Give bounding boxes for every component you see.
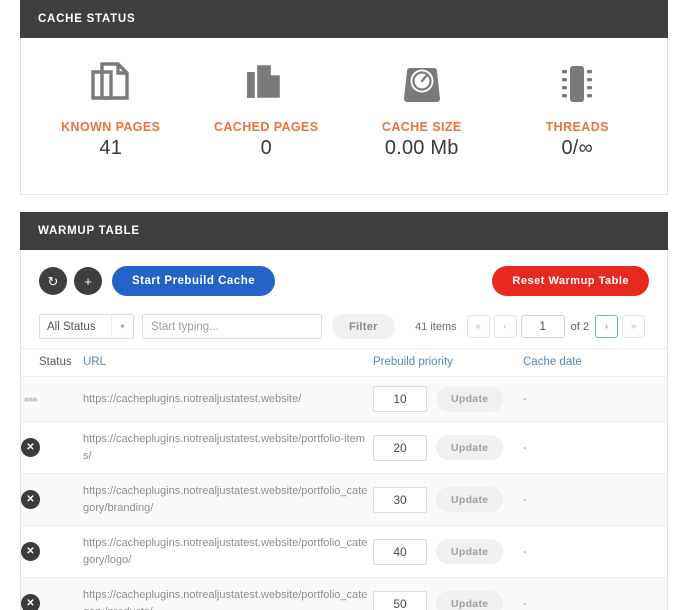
card-value: 0.00 Mb bbox=[384, 137, 459, 159]
card-known-pages: KNOWN PAGES 41 bbox=[33, 62, 189, 160]
row-cache-date: - bbox=[523, 577, 667, 610]
row-url[interactable]: https://cacheplugins.notrealjustatest.we… bbox=[83, 421, 373, 474]
pagination-page-input[interactable] bbox=[520, 315, 565, 338]
cpu-chip-icon bbox=[555, 62, 599, 108]
card-value: 0 bbox=[260, 137, 272, 159]
row-url[interactable]: https://cacheplugins.notrealjustatest.we… bbox=[83, 525, 373, 578]
card-threads: THREADS 0/∞ bbox=[500, 62, 656, 160]
chevron-down-icon: ▾ bbox=[111, 315, 133, 338]
not-cached-icon: ✕ bbox=[21, 542, 40, 561]
priority-input[interactable] bbox=[373, 590, 427, 610]
update-button[interactable]: Update bbox=[436, 435, 504, 460]
update-button[interactable]: Update bbox=[436, 591, 504, 610]
cache-status-panel: KNOWN PAGES 41 CACHED PAGES 0 CACHE SIZE… bbox=[20, 38, 668, 195]
row-status-cell: ✕ bbox=[21, 473, 83, 526]
search-input[interactable] bbox=[142, 314, 322, 339]
priority-input[interactable] bbox=[373, 486, 427, 513]
row-status-cell: ✕ bbox=[21, 525, 83, 578]
pagination-last-button[interactable]: » bbox=[622, 315, 645, 338]
priority-input[interactable] bbox=[373, 434, 427, 461]
card-value: 0/∞ bbox=[561, 137, 594, 159]
warmup-panel-header: WARMUP TABLE bbox=[20, 212, 668, 250]
update-button[interactable]: Update bbox=[436, 487, 504, 512]
not-cached-icon: ✕ bbox=[21, 490, 40, 509]
status-filter-value: All Status bbox=[47, 320, 96, 333]
pagination-first-button[interactable]: « bbox=[466, 315, 490, 338]
row-url[interactable]: https://cacheplugins.notrealjustatest.we… bbox=[83, 376, 373, 422]
update-button[interactable]: Update bbox=[436, 539, 504, 564]
gauge-icon bbox=[400, 62, 444, 108]
row-cache-date: - bbox=[523, 421, 667, 474]
pagination: 41 items « ‹ of 2 › » bbox=[415, 315, 649, 338]
warmup-table-title: WARMUP TABLE bbox=[38, 225, 140, 237]
row-priority-cell: Update bbox=[373, 376, 523, 422]
refresh-icon: ↻ bbox=[47, 273, 59, 289]
row-cache-date: - bbox=[523, 376, 667, 422]
warmup-toolbar: ↻ + Start Prebuild Cache Reset Warmup Ta… bbox=[21, 250, 667, 314]
plus-icon: + bbox=[84, 273, 92, 289]
card-label: CACHED PAGES bbox=[213, 120, 319, 134]
not-cached-icon: ✕ bbox=[21, 438, 40, 457]
priority-input[interactable] bbox=[373, 538, 427, 565]
column-header-prebuild-priority[interactable]: Prebuild priority bbox=[373, 348, 523, 377]
row-priority-cell: Update bbox=[373, 473, 523, 526]
column-header-cache-date[interactable]: Cache date bbox=[523, 348, 667, 377]
panel-gap bbox=[0, 195, 688, 212]
warmup-table-body: ■■■ https://cacheplugins.notrealjustates… bbox=[21, 376, 667, 610]
table-row: ✕ https://cacheplugins.notrealjustatest.… bbox=[21, 525, 667, 578]
add-url-button[interactable]: + bbox=[74, 267, 102, 295]
card-cache-size: CACHE SIZE 0.00 Mb bbox=[344, 62, 500, 160]
cached-pages-icon bbox=[244, 62, 288, 108]
card-cached-pages: CACHED PAGES 0 bbox=[189, 62, 345, 160]
card-label: CACHE SIZE bbox=[381, 120, 462, 134]
column-header-status: Status bbox=[21, 348, 83, 377]
card-label: THREADS bbox=[545, 120, 609, 134]
copy-pages-icon bbox=[89, 62, 133, 108]
loading-dots-icon: ■■■ bbox=[24, 394, 38, 404]
card-value: 41 bbox=[99, 137, 123, 159]
cache-status-title: CACHE STATUS bbox=[38, 13, 136, 25]
not-cached-icon: ✕ bbox=[21, 594, 40, 610]
row-cache-date: - bbox=[523, 473, 667, 526]
warmup-panel: ↻ + Start Prebuild Cache Reset Warmup Ta… bbox=[20, 250, 668, 610]
status-filter-select[interactable]: All Status ▾ bbox=[39, 314, 134, 339]
table-row: ✕ https://cacheplugins.notrealjustatest.… bbox=[21, 421, 667, 474]
table-row: ✕ https://cacheplugins.notrealjustatest.… bbox=[21, 473, 667, 526]
row-priority-cell: Update bbox=[373, 421, 523, 474]
row-status-cell: ✕ bbox=[21, 421, 83, 474]
page-root: CACHE STATUS KNOWN PAGES 41 CACHED PAGES… bbox=[0, 0, 688, 610]
table-row: ■■■ https://cacheplugins.notrealjustates… bbox=[21, 376, 667, 422]
warmup-filter-bar: All Status ▾ Filter 41 items « ‹ of 2 › … bbox=[21, 314, 667, 348]
row-status-cell: ■■■ bbox=[21, 376, 83, 422]
card-label: KNOWN PAGES bbox=[61, 120, 161, 134]
table-header-row: Status URL Prebuild priority Cache date bbox=[21, 348, 667, 377]
cache-status-cards: KNOWN PAGES 41 CACHED PAGES 0 CACHE SIZE… bbox=[21, 38, 667, 194]
warmup-table-head: Status URL Prebuild priority Cache date bbox=[21, 348, 667, 377]
refresh-button[interactable]: ↻ bbox=[39, 267, 67, 295]
pagination-next-button[interactable]: › bbox=[595, 315, 618, 338]
pagination-prev-button[interactable]: ‹ bbox=[493, 315, 517, 338]
pagination-items-count: 41 items bbox=[415, 320, 457, 333]
row-priority-cell: Update bbox=[373, 525, 523, 578]
priority-input[interactable] bbox=[373, 386, 427, 412]
filter-button[interactable]: Filter bbox=[332, 314, 395, 339]
reset-warmup-table-button[interactable]: Reset Warmup Table bbox=[492, 266, 649, 296]
table-row: ✕ https://cacheplugins.notrealjustatest.… bbox=[21, 577, 667, 610]
row-url[interactable]: https://cacheplugins.notrealjustatest.we… bbox=[83, 473, 373, 526]
column-header-url[interactable]: URL bbox=[83, 348, 373, 377]
row-priority-cell: Update bbox=[373, 577, 523, 610]
row-status-cell: ✕ bbox=[21, 577, 83, 610]
row-url[interactable]: https://cacheplugins.notrealjustatest.we… bbox=[83, 577, 373, 610]
start-prebuild-cache-button[interactable]: Start Prebuild Cache bbox=[112, 266, 276, 296]
update-button[interactable]: Update bbox=[436, 386, 504, 412]
warmup-table: Status URL Prebuild priority Cache date … bbox=[21, 348, 667, 610]
pagination-total-pages: of 2 bbox=[570, 320, 589, 333]
row-cache-date: - bbox=[523, 525, 667, 578]
cache-status-panel-header: CACHE STATUS bbox=[20, 0, 668, 38]
